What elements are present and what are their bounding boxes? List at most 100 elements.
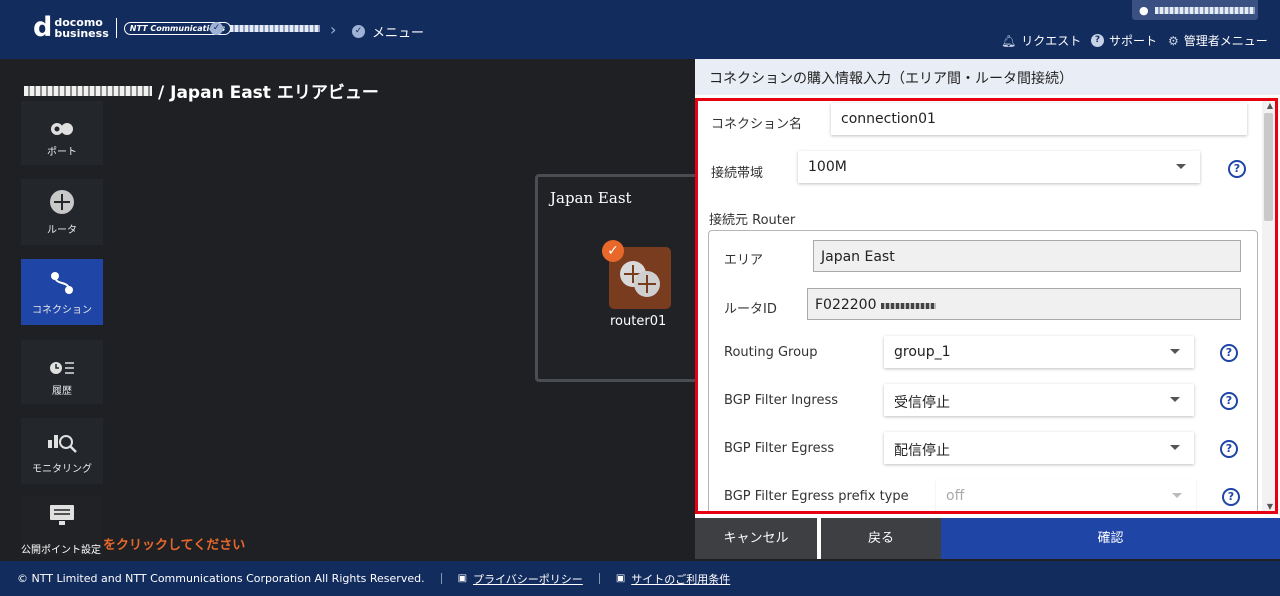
help-icon[interactable]: ? <box>1220 344 1238 362</box>
source-router-heading: 接続元 Router <box>709 213 796 228</box>
tenant-name-redacted <box>24 85 152 96</box>
monitoring-icon <box>21 418 103 454</box>
sidebar-item-port[interactable]: ポート <box>21 101 103 165</box>
caret-down-icon <box>1170 349 1180 354</box>
bgp-ingress-value: 受信停止 <box>894 395 950 411</box>
connection-name-input[interactable]: connection01 <box>831 103 1247 135</box>
router-id-field: F022200 <box>807 288 1241 320</box>
notice-text: をクリックしてください <box>103 538 246 553</box>
footer-divider <box>598 573 600 584</box>
user-name-redacted <box>1154 6 1255 14</box>
footer-divider <box>440 573 442 584</box>
monitor-icon <box>21 496 103 526</box>
admin-menu-link[interactable]: ⚙ 管理者メニュー <box>1168 32 1268 49</box>
connection-icon <box>21 259 103 295</box>
router-label: router01 <box>610 314 667 329</box>
page-title-text: / Japan East エリアビュー <box>158 83 379 103</box>
bgp-egress-value: 配信停止 <box>894 443 950 459</box>
bgp-egress-prefix-label: BGP Filter Egress prefix type <box>724 489 909 504</box>
bgp-egress-label: BGP Filter Egress <box>724 441 835 456</box>
help-icon[interactable]: ? <box>1222 488 1240 506</box>
sidebar-label: 履歴 <box>52 386 72 397</box>
help-icon[interactable]: ? <box>1220 440 1238 458</box>
help-icon[interactable]: ? <box>1220 392 1238 410</box>
bandwidth-select[interactable]: 100M <box>798 151 1200 183</box>
breadcrumb-menu[interactable]: ✓ メニュー <box>352 22 424 41</box>
help-icon[interactable]: ? <box>1228 160 1246 178</box>
form-area: コネクション名 connection01 接続帯域 100M ? 接続元 Rou… <box>695 98 1278 514</box>
document-icon: ▣ <box>615 573 626 584</box>
check-icon: ✓ <box>352 25 365 38</box>
logo-divider <box>115 18 117 38</box>
copyright-text: © NTT Limited and NTT Communications Cor… <box>17 572 425 585</box>
footer: © NTT Limited and NTT Communications Cor… <box>0 561 1280 596</box>
terms-link[interactable]: サイトのご利用条件 <box>631 571 730 587</box>
history-icon <box>21 340 103 376</box>
bgp-ingress-select[interactable]: 受信停止 <box>884 384 1194 416</box>
check-icon: ✓ <box>210 22 223 35</box>
bgp-ingress-label: BGP Filter Ingress <box>724 393 838 408</box>
form-scrollbar[interactable]: ▲ ▼ <box>1262 101 1275 511</box>
router-id-label: ルータID <box>724 302 777 317</box>
support-label: サポート <box>1109 34 1158 48</box>
selected-check-icon: ✓ <box>602 240 624 262</box>
scroll-down-icon[interactable]: ▼ <box>1267 502 1273 511</box>
question-icon: ? <box>1091 34 1104 47</box>
sidebar-item-history[interactable]: 履歴 <box>21 340 103 404</box>
purchase-panel: コネクションの購入情報入力（エリア間・ルータ間接続） コネクション名 conne… <box>695 59 1280 559</box>
router-id-value: F022200 <box>815 297 877 313</box>
admin-menu-label: 管理者メニュー <box>1183 34 1268 48</box>
confirm-button[interactable]: 確認 <box>941 518 1280 559</box>
sidebar-label-public-point: 公開ポイント設定 <box>21 545 101 556</box>
routing-group-label: Routing Group <box>724 345 818 360</box>
logo-mark: d <box>33 12 52 43</box>
bandwidth-value: 100M <box>808 159 847 175</box>
source-router-box: エリア Japan East ルータID F022200 Routing Gro… <box>708 230 1258 511</box>
bgp-egress-prefix-select[interactable]: off <box>936 480 1196 511</box>
privacy-policy-link[interactable]: プライバシーポリシー <box>473 571 583 587</box>
router-icon <box>21 179 103 215</box>
caret-down-icon <box>1170 397 1180 402</box>
bgp-egress-select[interactable]: 配信停止 <box>884 432 1194 464</box>
area-label: エリア <box>724 253 764 268</box>
scroll-up-icon[interactable]: ▲ <box>1267 101 1273 110</box>
sidebar-item-monitoring[interactable]: モニタリング <box>21 418 103 484</box>
document-icon: ▣ <box>457 573 468 584</box>
sidebar-item-router[interactable]: ルータ <box>21 179 103 245</box>
user-account-button[interactable]: ● <box>1132 0 1258 20</box>
bell-icon: 🔔︎ <box>1001 33 1017 48</box>
docomo-business-logo[interactable]: d docomo business NTT Communications <box>33 12 232 43</box>
back-button[interactable]: 戻る <box>821 518 941 559</box>
request-link[interactable]: 🔔︎ リクエスト <box>1001 32 1081 49</box>
routing-group-value: group_1 <box>894 344 951 360</box>
chevron-right-icon: › <box>330 20 337 39</box>
breadcrumb-menu-label: メニュー <box>372 26 425 41</box>
page-title: / Japan East エリアビュー <box>24 78 379 103</box>
port-icon <box>21 101 103 137</box>
top-header: d docomo business NTT Communications ✓ ›… <box>0 0 1280 59</box>
sidebar-label: ルータ <box>47 225 77 236</box>
sidebar-label: コネクション <box>32 305 92 316</box>
breadcrumb-tenant[interactable]: ✓ <box>210 22 320 35</box>
sidebar-label: モニタリング <box>32 464 92 475</box>
sidebar-item-connection[interactable]: コネクション <box>21 259 103 325</box>
cancel-button[interactable]: キャンセル <box>695 518 817 559</box>
support-link[interactable]: ? サポート <box>1091 32 1157 49</box>
tenant-name-redacted <box>230 25 320 32</box>
caret-down-icon <box>1170 445 1180 450</box>
region-card[interactable]: Japan East ✓ router01 <box>535 174 705 382</box>
panel-title: コネクションの購入情報入力（エリア間・ルータ間接続） <box>695 59 1280 95</box>
bgp-egress-prefix-value: off <box>946 488 965 504</box>
request-label: リクエスト <box>1021 34 1082 48</box>
bandwidth-label: 接続帯域 <box>711 166 764 181</box>
scroll-thumb[interactable] <box>1264 113 1273 221</box>
area-field: Japan East <box>813 240 1241 272</box>
region-title: Japan East <box>550 189 632 207</box>
brand-line2: business <box>54 27 109 40</box>
user-icon: ● <box>1139 3 1149 17</box>
router-id-redacted <box>880 303 936 309</box>
connection-name-label: コネクション名 <box>711 117 803 132</box>
sidebar-label: ポート <box>47 147 77 158</box>
caret-down-icon <box>1172 493 1182 498</box>
routing-group-select[interactable]: group_1 <box>884 336 1194 368</box>
